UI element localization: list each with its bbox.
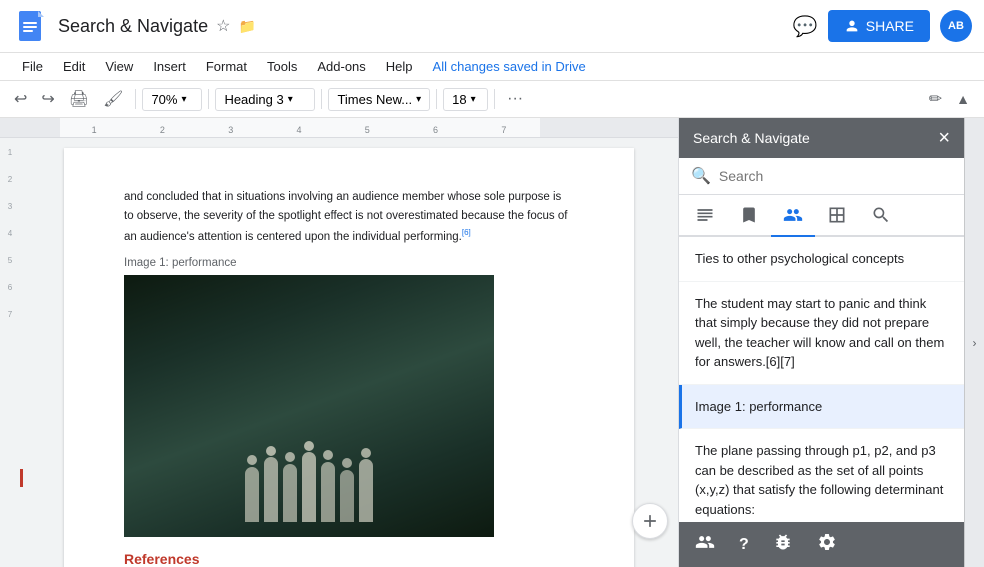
panel-collapse-handle[interactable]: ›	[964, 118, 984, 567]
panel-item-2[interactable]: The student may start to panic and think…	[679, 282, 964, 385]
tab-table[interactable]	[815, 195, 859, 237]
search-navigate-panel: Search & Navigate × 🔍	[678, 118, 964, 567]
print-button[interactable]: 🖨	[63, 85, 95, 113]
panel-bug-button[interactable]	[769, 530, 797, 559]
heading-select[interactable]: Heading 3 ▾	[215, 88, 315, 111]
panel-title: Search & Navigate	[693, 130, 810, 146]
title-area: Search & Navigate ☆ 📁	[58, 16, 783, 37]
star-icon[interactable]: ☆	[216, 16, 230, 36]
panel-content[interactable]: Ties to other psychological concepts The…	[679, 237, 964, 522]
menu-edit[interactable]: Edit	[53, 53, 95, 80]
menu-format[interactable]: Format	[196, 53, 257, 80]
menu-help[interactable]: Help	[376, 53, 423, 80]
tab-bookmarks[interactable]	[727, 195, 771, 237]
ballet-image	[124, 275, 494, 537]
panel-header: Search & Navigate ×	[679, 118, 964, 158]
format-paint-button[interactable]: 🖌	[97, 85, 129, 113]
panel-help-button[interactable]: ?	[735, 534, 753, 556]
document-area[interactable]: 1 2 3 4 5 6 7 and concluded that in situ…	[0, 138, 678, 567]
page-text-paragraph: and concluded that in situations involvi…	[124, 188, 574, 247]
panel-item-1[interactable]: Ties to other psychological concepts	[679, 237, 964, 282]
panel-bottom-bar: ?	[679, 522, 964, 567]
panel-settings-button[interactable]	[813, 530, 841, 559]
undo-button[interactable]: ↩	[8, 85, 33, 113]
menu-view[interactable]: View	[95, 53, 143, 80]
share-label: SHARE	[866, 18, 914, 34]
tab-search[interactable]	[859, 195, 903, 237]
collapse-toolbar-button[interactable]: ▲	[950, 87, 976, 111]
comment-button[interactable]: 💬	[793, 14, 818, 39]
tab-paragraphs[interactable]	[683, 195, 727, 237]
panel-people-button[interactable]	[691, 530, 719, 559]
plus-icon	[640, 511, 660, 531]
doc-title: Search & Navigate	[58, 16, 208, 37]
share-button[interactable]: SHARE	[828, 10, 930, 42]
font-select[interactable]: Times New... ▾	[328, 88, 430, 111]
tab-people[interactable]	[771, 195, 815, 237]
panel-search-icon: 🔍	[691, 166, 711, 186]
font-chevron-icon: ▾	[416, 94, 421, 105]
size-chevron-icon: ▾	[471, 94, 476, 105]
superscript-ref: [6]	[462, 228, 471, 237]
references-heading: References	[124, 551, 574, 567]
font-size-select[interactable]: 18 ▾	[443, 88, 488, 111]
saved-status: All changes saved in Drive	[433, 59, 586, 74]
floating-action-button[interactable]	[632, 503, 668, 539]
avatar: AB	[940, 10, 972, 42]
menu-insert[interactable]: Insert	[143, 53, 196, 80]
pen-button[interactable]: ✏	[923, 85, 948, 113]
menu-file[interactable]: File	[12, 53, 53, 80]
document-page: and concluded that in situations involvi…	[64, 148, 634, 567]
panel-search-input[interactable]	[719, 168, 952, 184]
left-indicator	[20, 469, 23, 487]
docs-icon	[16, 8, 44, 44]
zoom-chevron-icon: ▾	[181, 94, 186, 105]
panel-tabs	[679, 195, 964, 237]
panel-item-4[interactable]: The plane passing through p1, p2, and p3…	[679, 429, 964, 522]
menu-addons[interactable]: Add-ons	[307, 53, 375, 80]
zoom-select[interactable]: 70% ▾	[142, 88, 202, 111]
image-caption: Image 1: performance	[124, 257, 574, 269]
more-button[interactable]: ···	[501, 86, 529, 112]
redo-button[interactable]: ↪	[35, 85, 60, 113]
panel-close-button[interactable]: ×	[938, 128, 950, 148]
folder-icon[interactable]: 📁	[238, 18, 255, 35]
panel-search-bar: 🔍	[679, 158, 964, 195]
app-icon	[12, 6, 48, 46]
heading-chevron-icon: ▾	[288, 94, 293, 105]
ruler: 1 2 3 4 5 6 7	[0, 118, 678, 138]
left-margin: 1 2 3 4 5 6 7	[0, 138, 20, 567]
menu-tools[interactable]: Tools	[257, 53, 307, 80]
person-icon	[844, 18, 860, 34]
panel-item-3[interactable]: Image 1: performance	[679, 385, 964, 430]
